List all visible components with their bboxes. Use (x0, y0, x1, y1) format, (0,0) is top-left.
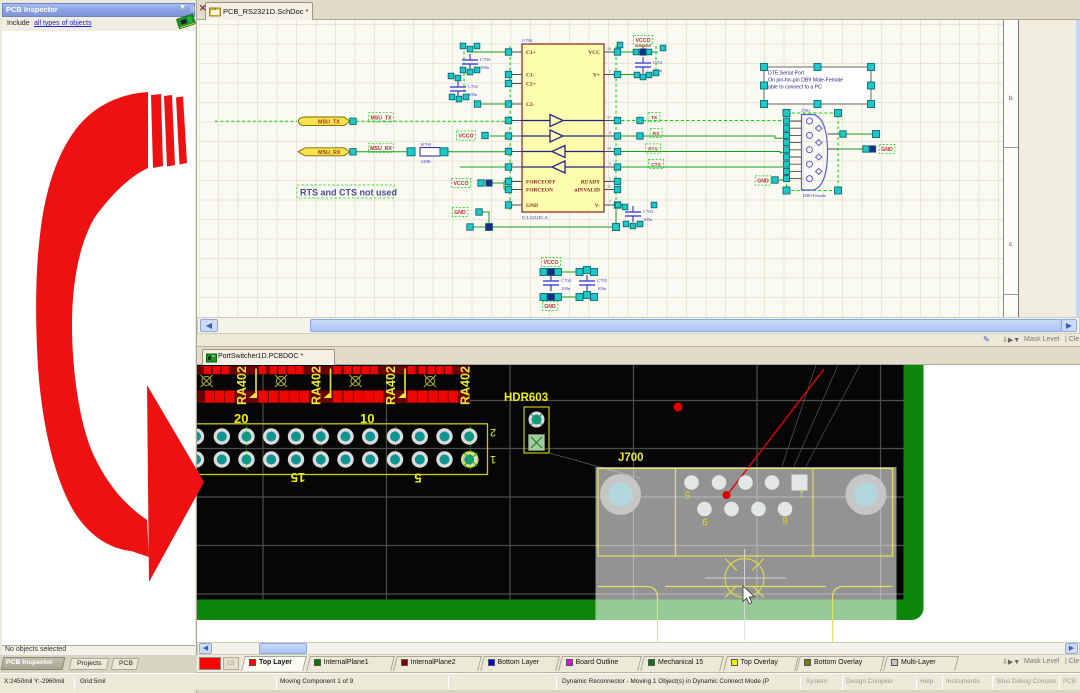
svg-text:C2+: C2+ (526, 82, 536, 88)
svg-text:C1+: C1+ (526, 50, 536, 56)
svg-text:VCCO: VCCO (459, 134, 474, 140)
svg-text:RTS and CTS not used: RTS and CTS not used (300, 188, 397, 198)
svg-text:J700: J700 (801, 108, 810, 113)
svg-text:VCCO: VCCO (454, 181, 469, 187)
svg-text:9: 9 (609, 162, 611, 166)
svg-text:RA402: RA402 (384, 366, 398, 405)
svg-text:100n: 100n (643, 217, 653, 222)
svg-text:14: 14 (607, 147, 611, 151)
svg-text:C704: C704 (561, 278, 572, 283)
svg-text:5: 5 (684, 489, 690, 500)
svg-text:2: 2 (490, 426, 496, 438)
svg-text:100n: 100n (480, 65, 490, 70)
svg-text:RA402: RA402 (459, 366, 473, 405)
svg-text:GND: GND (881, 147, 893, 153)
svg-text:VCC: VCC (588, 50, 600, 56)
svg-text:VCCO: VCCO (544, 260, 559, 266)
svg-text:C703: C703 (643, 209, 654, 214)
svg-text:DB9 Female: DB9 Female (803, 193, 826, 198)
svg-text:C1-: C1- (526, 73, 535, 79)
svg-text:C702: C702 (468, 84, 479, 89)
svg-text:HDR603: HDR603 (504, 392, 548, 404)
svg-text:1: 1 (609, 177, 611, 181)
svg-text:7: 7 (609, 200, 611, 204)
svg-text:VCCO: VCCO (636, 38, 651, 44)
svg-text:uINVALID: uINVALID (574, 188, 600, 194)
svg-text:RX: RX (653, 131, 660, 137)
svg-text:6: 6 (782, 514, 788, 525)
svg-text:GND: GND (757, 179, 769, 185)
svg-text:U700: U700 (522, 38, 533, 43)
svg-text:FORCEOFF: FORCEOFF (526, 180, 556, 186)
svg-text:READY: READY (581, 180, 600, 186)
svg-text:17: 17 (607, 116, 611, 120)
svg-text:100n: 100n (597, 286, 607, 291)
svg-text:MSU_RX: MSU_RX (370, 146, 392, 152)
svg-text:C2-: C2- (526, 102, 535, 108)
svg-text:MSU_TX: MSU_TX (370, 116, 392, 122)
svg-text:RTS: RTS (648, 147, 658, 153)
svg-text:100n: 100n (468, 92, 478, 97)
svg-text:1: 1 (798, 488, 804, 499)
svg-text:V-: V- (595, 203, 600, 209)
svg-text:C705: C705 (597, 278, 608, 283)
svg-text:CTS: CTS (651, 162, 661, 168)
svg-text:GND: GND (454, 210, 466, 216)
svg-text:C701: C701 (653, 60, 664, 65)
svg-text:R700: R700 (421, 142, 432, 147)
svg-text:249K: 249K (421, 159, 432, 164)
svg-text:16: 16 (607, 47, 611, 51)
svg-text:able to connect to a PC: able to connect to a PC (768, 85, 822, 91)
svg-text:On pin-for-pin DB9 Male-Female: On pin-for-pin DB9 Male-Female (768, 78, 843, 84)
svg-text:GND: GND (526, 203, 538, 209)
svg-text:8: 8 (609, 131, 611, 135)
svg-text:MSU_RX: MSU_RX (318, 150, 341, 156)
svg-text:100n: 100n (561, 286, 571, 291)
svg-text:C700: C700 (480, 57, 491, 62)
svg-text:9: 9 (702, 516, 708, 527)
svg-text:ICL3232ECA: ICL3232ECA (522, 215, 548, 220)
svg-text:2: 2 (609, 70, 611, 74)
svg-text:10: 10 (360, 411, 374, 426)
svg-text:RA402: RA402 (310, 366, 324, 405)
svg-text:1: 1 (490, 453, 496, 465)
svg-text:J700: J700 (618, 452, 644, 464)
svg-text:5: 5 (414, 471, 421, 486)
svg-text:DTE Serial Port: DTE Serial Port (768, 71, 805, 77)
svg-text:TX: TX (651, 115, 658, 121)
svg-text:15: 15 (291, 470, 305, 485)
svg-text:11: 11 (607, 185, 611, 189)
svg-text:MSU_TX: MSU_TX (318, 120, 340, 126)
svg-text:V+: V+ (593, 73, 600, 79)
svg-text:GND: GND (544, 304, 556, 310)
svg-text:FORCEON: FORCEON (526, 188, 553, 194)
